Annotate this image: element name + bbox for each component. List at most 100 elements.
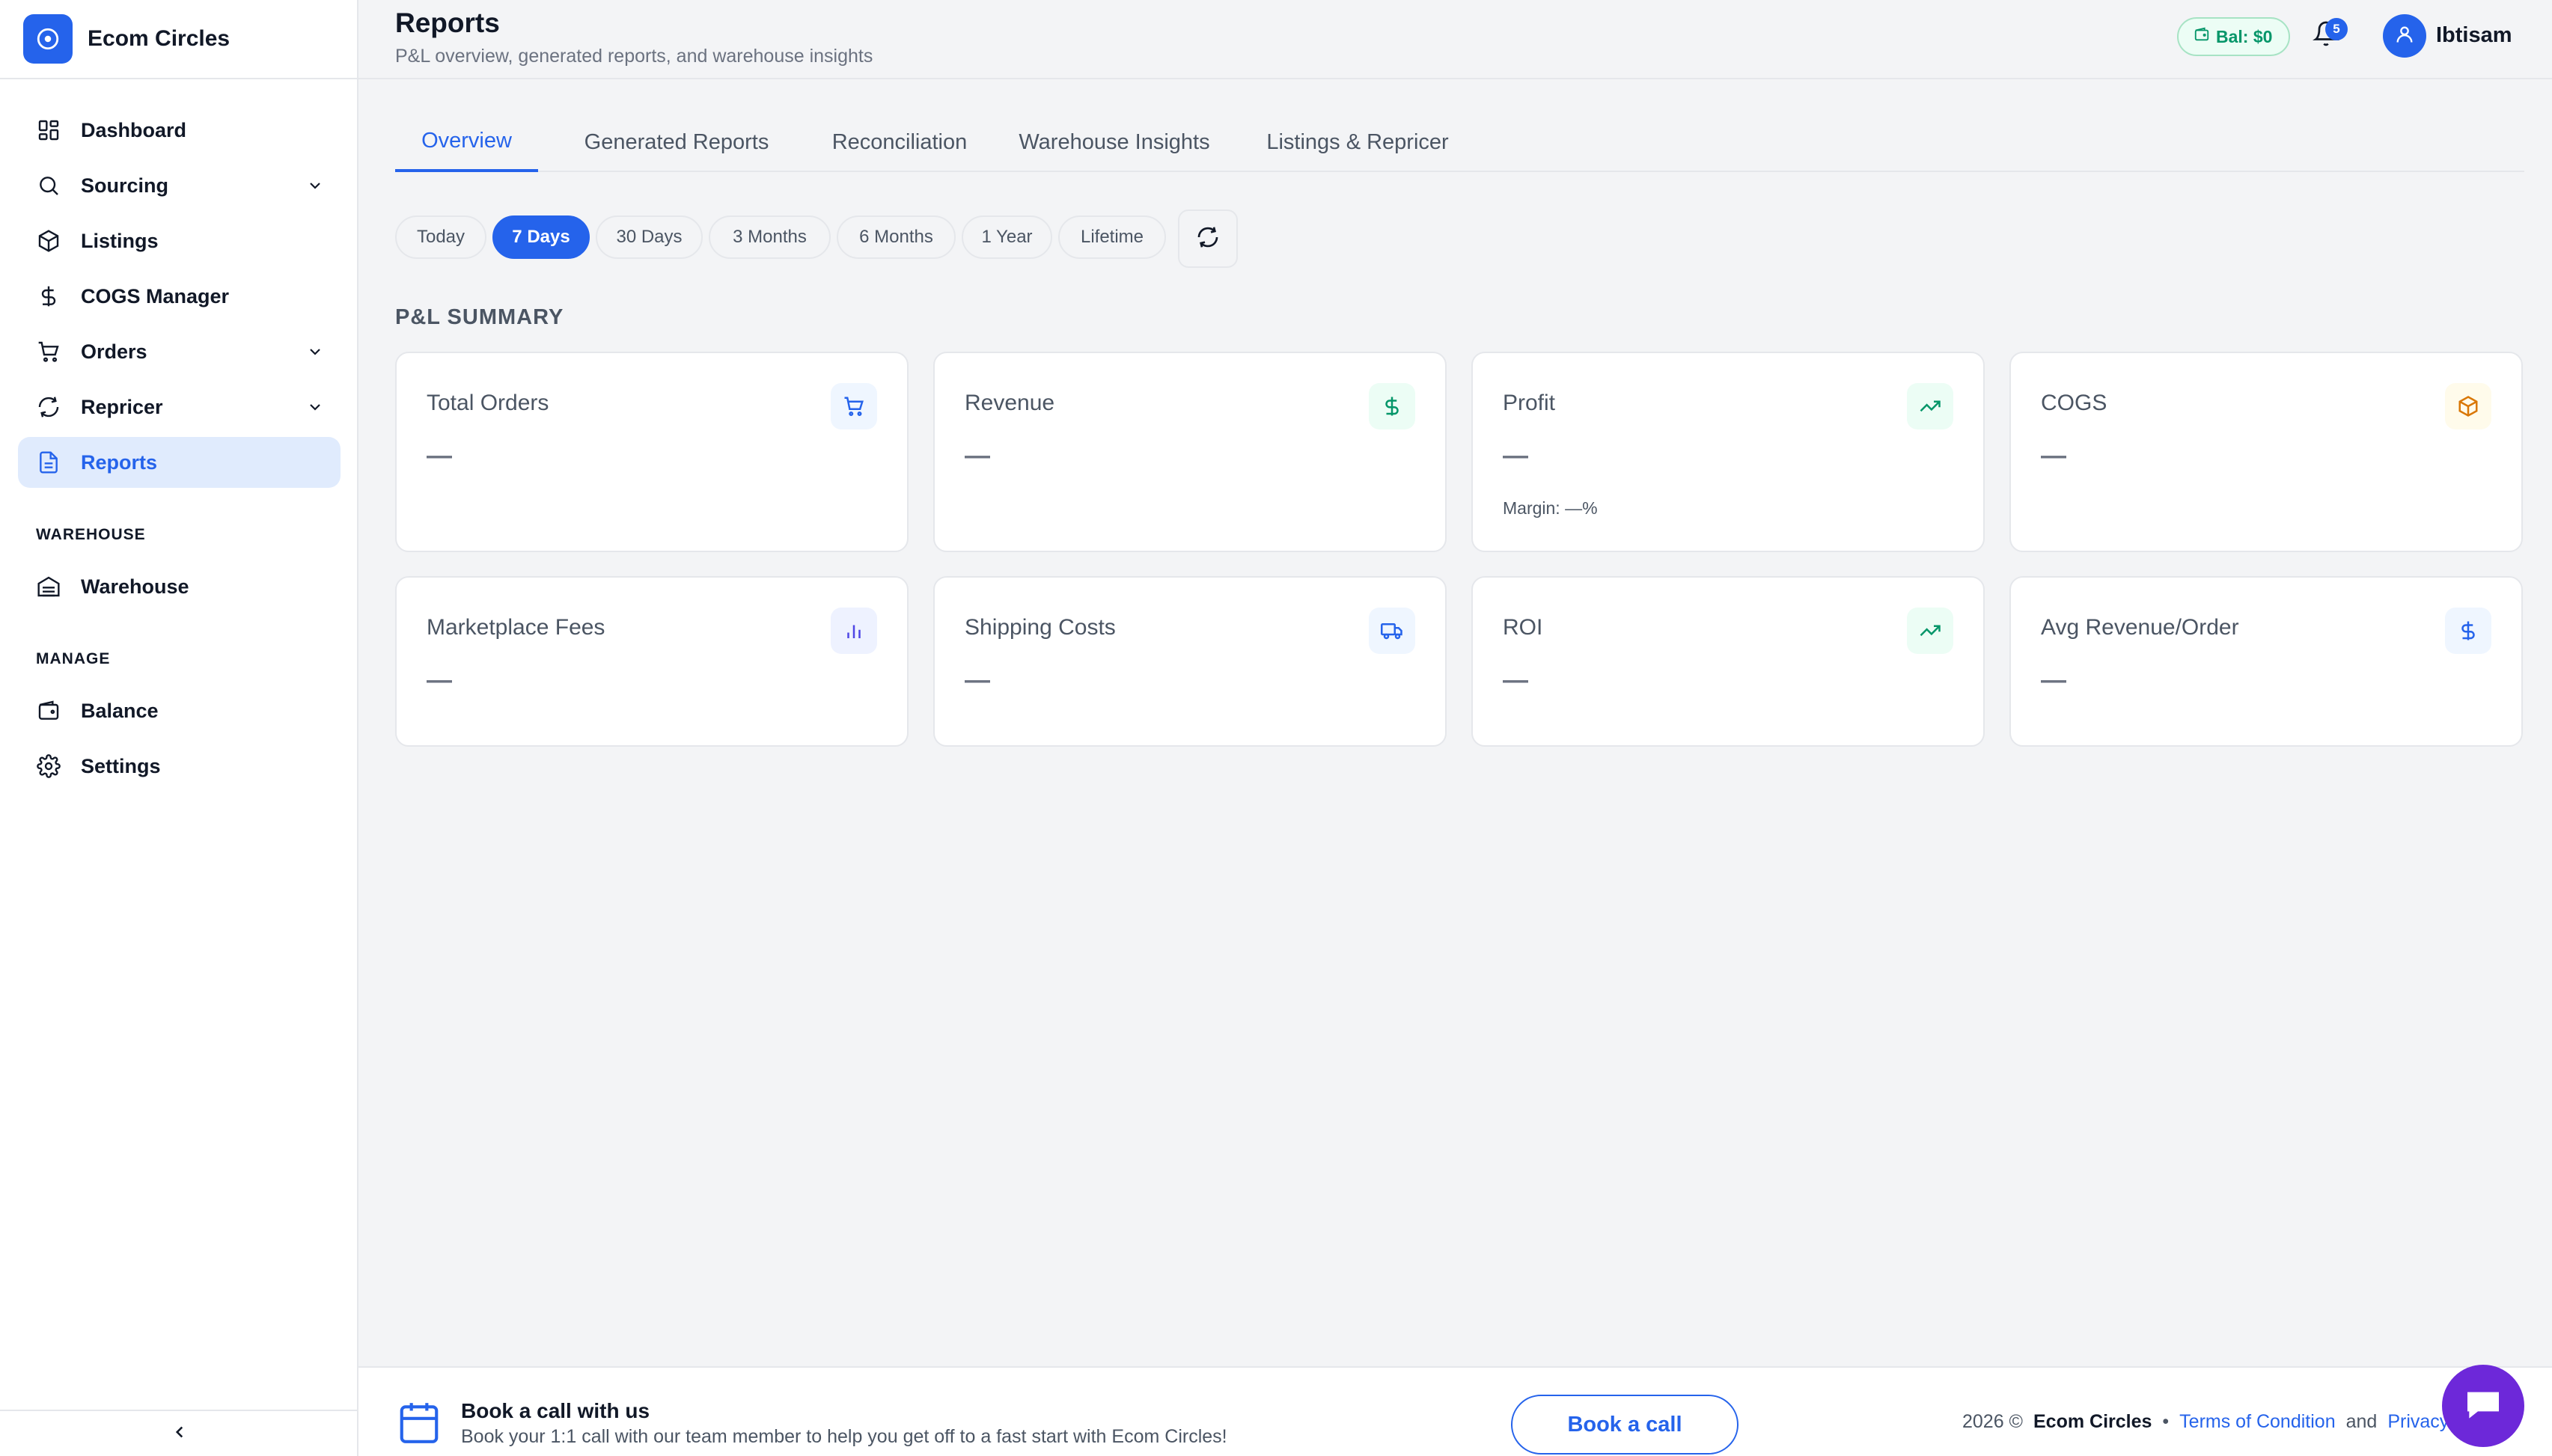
range-lifetime-button[interactable]: Lifetime	[1058, 215, 1166, 259]
sidebar-item-label: Warehouse	[81, 575, 189, 598]
stat-card-cogs: COGS —	[2009, 352, 2523, 552]
sidebar-item-label: Sourcing	[81, 174, 169, 197]
stat-card-total-orders: Total Orders —	[395, 352, 909, 552]
avatar[interactable]	[2383, 14, 2426, 58]
chat-icon	[2462, 1383, 2504, 1429]
card-label: Profit	[1503, 391, 1556, 415]
file-text-icon	[36, 450, 61, 475]
brand-name: Ecom Circles	[88, 26, 231, 51]
card-value: —	[1503, 666, 1528, 694]
section-title-warehouse: WAREHOUSE	[36, 526, 146, 543]
section-title-manage: MANAGE	[36, 650, 111, 667]
wallet-icon	[2194, 26, 2210, 47]
username[interactable]: Ibtisam	[2436, 23, 2512, 48]
book-call-button[interactable]: Book a call	[1511, 1395, 1739, 1455]
balance-badge[interactable]: Bal: $0	[2177, 17, 2291, 56]
card-label: ROI	[1503, 615, 1543, 640]
sidebar-item-balance[interactable]: Balance	[18, 685, 341, 736]
card-label: Shipping Costs	[965, 615, 1116, 640]
card-label: Avg Revenue/Order	[2041, 615, 2239, 640]
card-label: Revenue	[965, 391, 1055, 415]
tab-generated-reports[interactable]: Generated Reports	[559, 112, 794, 172]
sidebar-item-cogs-manager[interactable]: COGS Manager	[18, 271, 341, 322]
chevron-left-icon	[170, 1422, 189, 1446]
sidebar-item-label: Settings	[81, 754, 161, 777]
sidebar-item-orders[interactable]: Orders	[18, 326, 341, 377]
stat-card-profit: Profit — Margin: —%	[1471, 352, 1985, 552]
book-call-description: Book your 1:1 call with our team member …	[461, 1426, 1227, 1447]
dollar-icon	[1369, 383, 1415, 429]
card-value: —	[2041, 666, 2066, 694]
sidebar-item-settings[interactable]: Settings	[18, 741, 341, 792]
margin-text: Margin: —%	[1503, 498, 1598, 518]
tab-listings-repricer[interactable]: Listings & Repricer	[1243, 112, 1472, 172]
wallet-icon	[36, 698, 61, 724]
stat-card-marketplace-fees: Marketplace Fees —	[395, 576, 909, 747]
topbar: Reports P&L overview, generated reports,…	[358, 0, 2552, 79]
footer-brand: Ecom Circles	[2033, 1411, 2152, 1432]
chevron-down-icon	[306, 398, 324, 416]
range-30-days-button[interactable]: 30 Days	[596, 215, 703, 259]
card-value: —	[1503, 441, 1528, 470]
sidebar-item-sourcing[interactable]: Sourcing	[18, 160, 341, 211]
gear-icon	[36, 753, 61, 779]
notification-count-badge: 5	[2325, 18, 2348, 40]
book-call-title: Book a call with us	[461, 1399, 650, 1422]
package-icon	[36, 228, 61, 254]
sidebar-item-label: Dashboard	[81, 118, 187, 141]
cart-icon	[831, 383, 877, 429]
tab-reconciliation[interactable]: Reconciliation	[805, 112, 995, 172]
sidebar: Ecom Circles Dashboard Sourcing Listings…	[0, 0, 358, 1456]
range-1-year-button[interactable]: 1 Year	[962, 215, 1052, 259]
footer-and: and	[2345, 1411, 2378, 1432]
card-label: Marketplace Fees	[427, 615, 605, 640]
sidebar-collapse-button[interactable]	[0, 1410, 358, 1456]
stat-card-revenue: Revenue —	[933, 352, 1447, 552]
pl-summary-heading: P&L SUMMARY	[395, 305, 564, 329]
range-7-days-button[interactable]: 7 Days	[492, 215, 590, 259]
sidebar-item-dashboard[interactable]: Dashboard	[18, 105, 341, 156]
footer-meta: 2026 © Ecom Circles • Terms of Condition…	[1962, 1411, 2504, 1433]
dollar-icon	[36, 284, 61, 309]
sidebar-item-label: Listings	[81, 229, 159, 252]
card-value: —	[2041, 441, 2066, 470]
chevron-down-icon	[306, 177, 324, 195]
sidebar-item-label: Orders	[81, 340, 147, 363]
user-icon	[2394, 24, 2415, 49]
warehouse-icon	[36, 574, 61, 599]
dollar-icon	[2445, 608, 2491, 654]
sidebar-item-reports[interactable]: Reports	[18, 437, 341, 488]
chevron-down-icon	[306, 343, 324, 361]
trending-up-icon	[1907, 383, 1953, 429]
card-value: —	[427, 666, 452, 694]
sidebar-item-label: COGS Manager	[81, 284, 230, 308]
refresh-icon	[36, 394, 61, 420]
range-today-button[interactable]: Today	[395, 215, 486, 259]
truck-icon	[1369, 608, 1415, 654]
card-label: Total Orders	[427, 391, 549, 415]
footer: Book a call with us Book your 1:1 call w…	[358, 1366, 2552, 1456]
refresh-button[interactable]	[1178, 209, 1238, 268]
report-tabs: Overview Generated Reports Reconciliatio…	[395, 112, 2524, 172]
stat-card-shipping-costs: Shipping Costs —	[933, 576, 1447, 747]
sidebar-item-warehouse[interactable]: Warehouse	[18, 561, 341, 612]
calendar-icon	[396, 1399, 442, 1446]
sidebar-item-repricer[interactable]: Repricer	[18, 382, 341, 432]
range-6-months-button[interactable]: 6 Months	[837, 215, 956, 259]
sidebar-item-label: Repricer	[81, 395, 163, 418]
card-label: COGS	[2041, 391, 2107, 415]
stat-card-roi: ROI —	[1471, 576, 1985, 747]
bar-chart-icon	[831, 608, 877, 654]
tab-warehouse-insights[interactable]: Warehouse Insights	[998, 112, 1230, 172]
footer-bullet: •	[2162, 1411, 2170, 1432]
brand[interactable]: Ecom Circles	[0, 0, 357, 79]
page-subtitle: P&L overview, generated reports, and war…	[395, 46, 873, 67]
range-3-months-button[interactable]: 3 Months	[709, 215, 831, 259]
chat-button[interactable]	[2442, 1365, 2524, 1447]
page-title: Reports	[395, 7, 500, 38]
terms-link[interactable]: Terms of Condition	[2179, 1411, 2335, 1433]
card-value: —	[965, 666, 990, 694]
tab-overview[interactable]: Overview	[395, 112, 538, 172]
sidebar-item-listings[interactable]: Listings	[18, 215, 341, 266]
stat-card-avg-revenue-order: Avg Revenue/Order —	[2009, 576, 2523, 747]
